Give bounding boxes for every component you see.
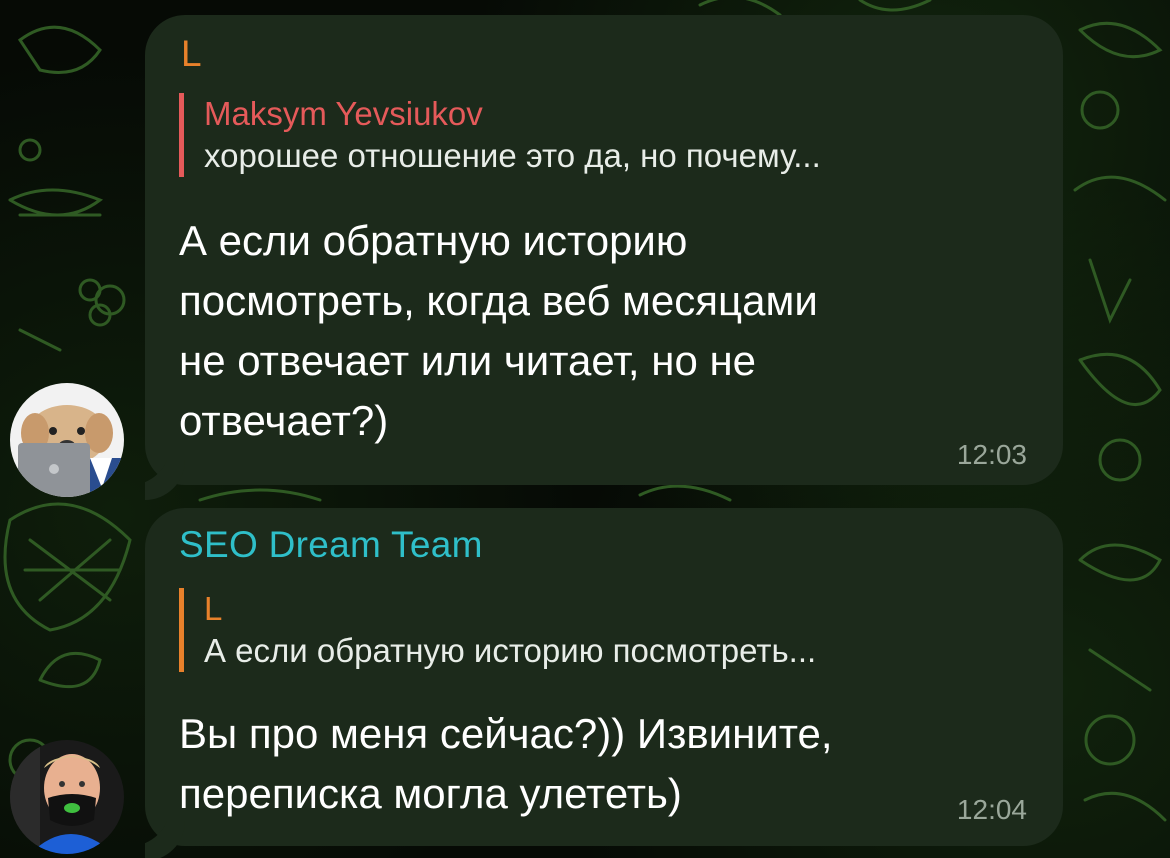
avatar[interactable] — [10, 740, 124, 854]
message-bubble[interactable]: SEO Dream Team L А если обратную историю… — [145, 508, 1063, 846]
sender-name[interactable]: L — [181, 33, 202, 75]
message-line: посмотреть, когда веб месяцами — [179, 277, 818, 324]
message-line: переписка могла улететь) — [179, 770, 682, 817]
reply-preview[interactable]: Maksym Yevsiukov хорошее отношение это д… — [179, 93, 821, 177]
reply-sender-name: L — [204, 590, 223, 627]
dog-avatar-icon — [10, 383, 124, 497]
message-time: 12:04 — [956, 794, 1027, 825]
reply-text: хорошее отношение это да, но почему... — [204, 137, 821, 174]
sender-name[interactable]: SEO Dream Team — [179, 524, 483, 566]
reply-preview[interactable]: L А если обратную историю посмотреть... — [179, 588, 816, 672]
message-bubble[interactable]: L Maksym Yevsiukov хорошее отношение это… — [145, 15, 1063, 485]
message-line: Вы про меня сейчас?)) Извините, — [179, 710, 833, 757]
message-line: не отвечает или читает, но не — [179, 337, 757, 384]
reply-text: А если обратную историю посмотреть... — [204, 632, 817, 669]
message-line: А если обратную историю — [179, 217, 688, 264]
avatar[interactable] — [10, 383, 124, 497]
message-text: Вы про меня сейчас?)) Извините, переписк… — [179, 704, 833, 824]
message-text: А если обратную историю посмотреть, когд… — [179, 211, 818, 451]
man-mask-avatar-icon — [10, 740, 124, 854]
message-time: 12:03 — [956, 439, 1027, 470]
reply-sender-name: Maksym Yevsiukov — [204, 95, 483, 132]
message-line: отвечает?) — [179, 397, 389, 444]
